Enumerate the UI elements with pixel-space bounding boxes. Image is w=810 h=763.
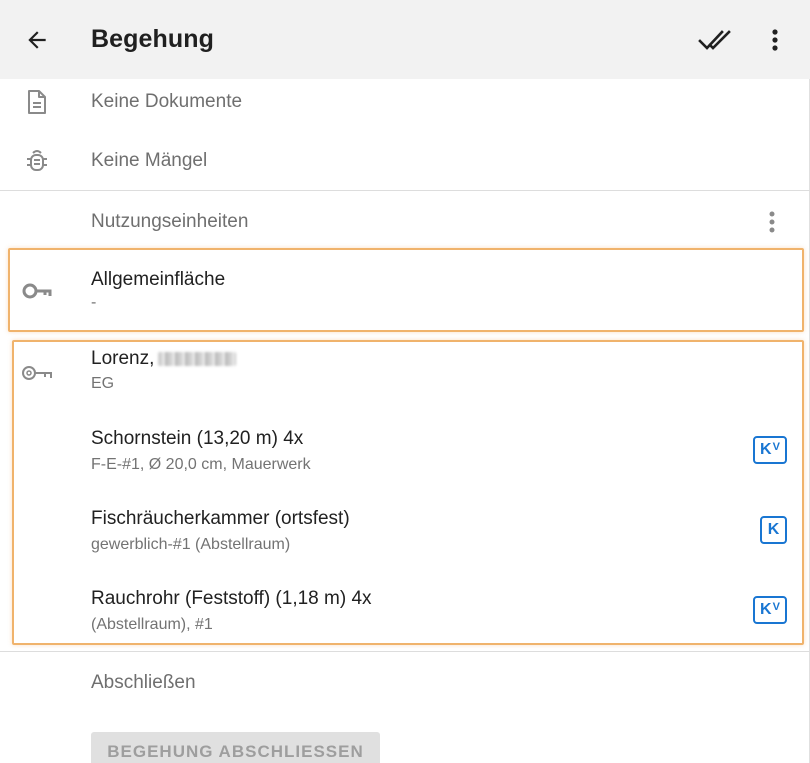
complete-all-button[interactable] (696, 24, 734, 56)
key-icon (20, 274, 54, 308)
unit-row[interactable]: Lorenz, EG (0, 342, 810, 410)
finish-divider (0, 651, 810, 652)
section-menu-button[interactable] (760, 208, 784, 236)
section-divider (0, 190, 810, 191)
kv-badge: KV (753, 596, 787, 624)
item-subtitle: (Abstellraum), #1 (91, 616, 213, 633)
finish-label: Abschließen (91, 672, 196, 693)
item-title: Schornstein (13,20 m) 4x (91, 428, 304, 449)
key-icon (20, 356, 54, 390)
defects-label: Keine Mängel (91, 150, 208, 171)
defects-row[interactable]: Keine Mängel (0, 135, 810, 187)
more-menu-button[interactable] (760, 24, 790, 56)
app-bar: Begehung (0, 0, 810, 79)
finish-header: Abschließen (0, 656, 810, 706)
more-vertical-icon (772, 29, 778, 51)
arrow-left-icon (28, 31, 46, 49)
finish-inspection-button[interactable]: BEGEHUNG ABSCHLIESSEN (91, 732, 380, 763)
more-vertical-icon (769, 211, 775, 233)
double-check-icon (698, 30, 731, 50)
section-header: Nutzungseinheiten (0, 196, 810, 246)
unit-title: Allgemeinfläche (91, 269, 226, 290)
document-icon (20, 85, 54, 119)
item-title: Rauchrohr (Feststoff) (1,18 m) 4x (91, 588, 372, 609)
list-item[interactable]: Fischräucherkammer (ortsfest) gewerblich… (0, 496, 810, 568)
k-badge: K (760, 516, 787, 544)
kv-badge: KV (753, 436, 787, 464)
unit-subtitle: - (91, 294, 97, 311)
documents-label: Keine Dokumente (91, 91, 243, 112)
back-button[interactable] (20, 23, 54, 57)
unit-row[interactable]: Allgemeinfläche - (0, 250, 810, 330)
list-item[interactable]: Rauchrohr (Feststoff) (1,18 m) 4x (Abste… (0, 576, 810, 644)
list-item[interactable]: Schornstein (13,20 m) 4x F-E-#1, Ø 20,0 … (0, 416, 810, 488)
redacted-name (158, 351, 237, 366)
item-subtitle: gewerblich-#1 (Abstellraum) (91, 536, 291, 553)
bug-icon (20, 143, 54, 177)
unit-title: Lorenz, (91, 348, 237, 370)
item-subtitle: F-E-#1, Ø 20,0 cm, Mauerwerk (91, 456, 311, 473)
page-title: Begehung (91, 25, 215, 53)
unit-subtitle: EG (91, 375, 115, 392)
section-title: Nutzungseinheiten (91, 211, 249, 232)
item-title: Fischräucherkammer (ortsfest) (91, 508, 350, 529)
documents-row[interactable]: Keine Dokumente (0, 79, 810, 129)
